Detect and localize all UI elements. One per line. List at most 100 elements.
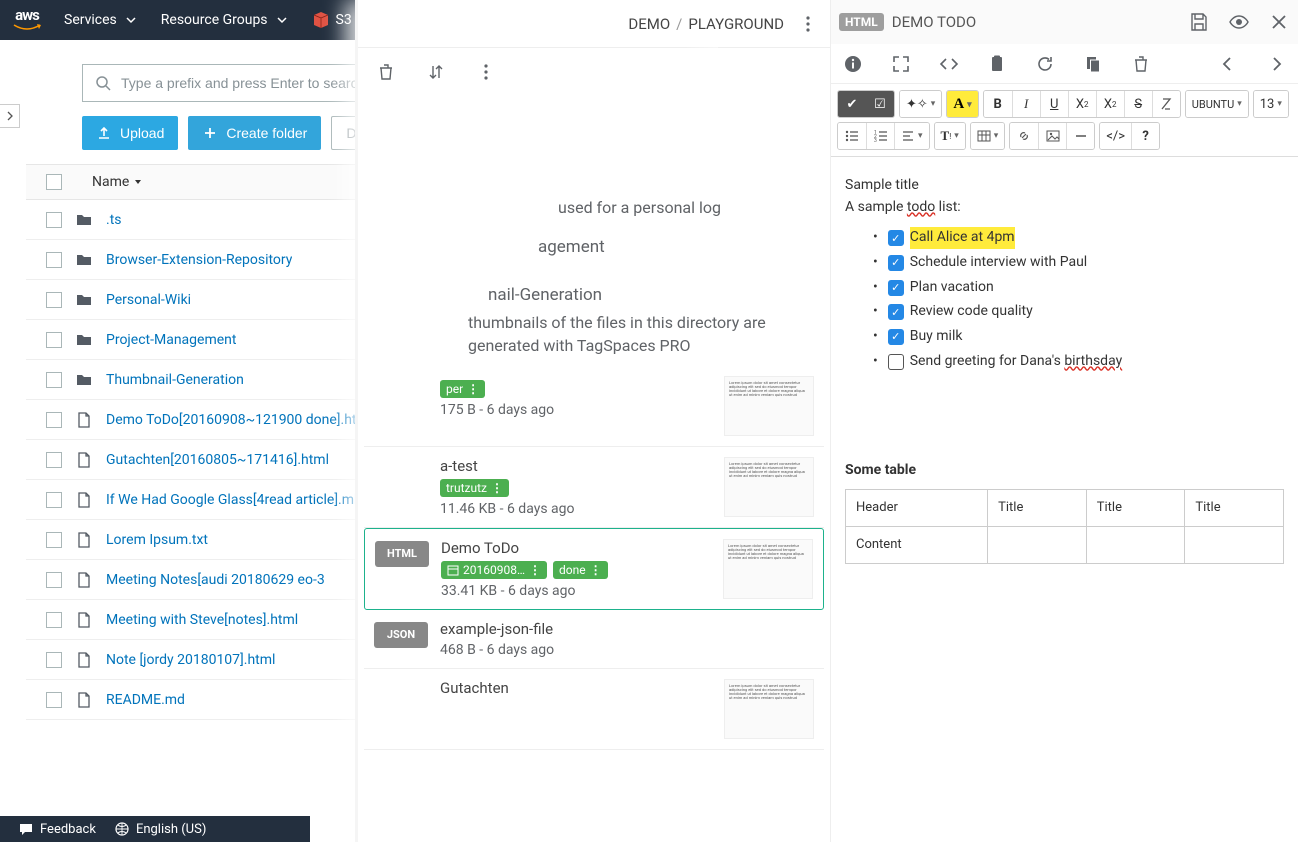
prev-icon[interactable] bbox=[1218, 54, 1238, 74]
align-button[interactable] bbox=[894, 123, 929, 149]
image-button[interactable] bbox=[1038, 123, 1066, 149]
file-card[interactable]: GutachtenLorem ipsum dolor sit amet cons… bbox=[364, 669, 824, 750]
help-button[interactable]: ? bbox=[1131, 123, 1159, 149]
magic-format-button[interactable]: ✦✧ bbox=[900, 91, 941, 117]
todo-list: ✓Call Alice at 4pm✓Schedule interview wi… bbox=[845, 218, 1284, 372]
name-column-header[interactable]: Name bbox=[92, 174, 143, 190]
editor-document[interactable]: Sample title A sample todo list: ✓Call A… bbox=[831, 157, 1298, 582]
reload-icon[interactable] bbox=[1035, 54, 1055, 74]
check-format-button[interactable]: ✔ bbox=[838, 91, 866, 117]
tag[interactable]: per⋮ bbox=[440, 380, 485, 398]
row-checkbox[interactable] bbox=[46, 572, 62, 588]
delete-icon[interactable] bbox=[376, 62, 396, 82]
services-menu[interactable]: Services bbox=[64, 12, 139, 28]
row-checkbox[interactable] bbox=[46, 612, 62, 628]
todo-checkbox[interactable]: ✓ bbox=[888, 280, 904, 296]
folder-project-management[interactable]: agement bbox=[358, 227, 830, 261]
tag[interactable]: trutzutz⋮ bbox=[440, 479, 509, 497]
paste-icon[interactable] bbox=[987, 54, 1007, 74]
folder-thumbnail-generation[interactable]: nail-Generation bbox=[358, 281, 830, 309]
subscript-button[interactable]: X2 bbox=[1096, 91, 1124, 117]
folder-icon bbox=[74, 331, 94, 349]
row-checkbox[interactable] bbox=[46, 652, 62, 668]
row-checkbox[interactable] bbox=[46, 492, 62, 508]
preview-icon[interactable] bbox=[1228, 11, 1250, 33]
row-checkbox[interactable] bbox=[46, 292, 62, 308]
row-checkbox[interactable] bbox=[46, 452, 62, 468]
more-icon[interactable] bbox=[476, 62, 496, 82]
globe-icon bbox=[114, 821, 130, 837]
link-button[interactable] bbox=[1010, 123, 1038, 149]
close-icon[interactable] bbox=[1268, 11, 1290, 33]
font-family-select[interactable]: UBUNTU bbox=[1186, 91, 1248, 117]
breadcrumb: DEMO / PLAYGROUND bbox=[628, 15, 784, 33]
heading-button[interactable]: T! bbox=[935, 123, 965, 149]
row-checkbox[interactable] bbox=[46, 372, 62, 388]
feedback-link[interactable]: Feedback bbox=[18, 821, 96, 837]
resource-groups-menu[interactable]: Resource Groups bbox=[161, 12, 290, 28]
expand-panel-handle[interactable] bbox=[0, 104, 20, 128]
underline-button[interactable]: U bbox=[1040, 91, 1068, 117]
checkbox-format-button[interactable]: ☑ bbox=[866, 91, 894, 117]
row-label: Meeting Notes[audi 20180629 eo-3 bbox=[106, 572, 325, 588]
sort-swap-icon[interactable] bbox=[426, 62, 446, 82]
bold-button[interactable]: B bbox=[984, 91, 1012, 117]
row-checkbox[interactable] bbox=[46, 412, 62, 428]
italic-button[interactable]: I bbox=[1012, 91, 1040, 117]
filetype-badge: HTML bbox=[375, 541, 429, 567]
file-icon bbox=[74, 651, 94, 669]
code-icon[interactable] bbox=[939, 54, 959, 74]
row-checkbox[interactable] bbox=[46, 332, 62, 348]
file-icon bbox=[74, 411, 94, 429]
todo-text: Call Alice at 4pm bbox=[910, 227, 1015, 249]
ol-button[interactable]: 123 bbox=[866, 123, 894, 149]
card-title: Demo ToDo bbox=[441, 539, 711, 557]
table-header-cell: Title bbox=[1185, 490, 1284, 527]
breadcrumb-playground[interactable]: PLAYGROUND bbox=[688, 15, 784, 33]
todo-checkbox[interactable] bbox=[888, 354, 904, 370]
todo-checkbox[interactable]: ✓ bbox=[888, 255, 904, 271]
file-card[interactable]: JSONexample-json-file468 B - 6 days ago bbox=[364, 610, 824, 669]
fullscreen-icon[interactable] bbox=[891, 54, 911, 74]
row-checkbox[interactable] bbox=[46, 212, 62, 228]
delete-icon[interactable] bbox=[1131, 54, 1151, 74]
file-icon bbox=[74, 691, 94, 709]
card-meta: 11.46 KB - 6 days ago bbox=[440, 501, 712, 517]
row-checkbox[interactable] bbox=[46, 532, 62, 548]
next-icon[interactable] bbox=[1266, 54, 1286, 74]
file-icon bbox=[74, 611, 94, 629]
tag[interactable]: done⋮ bbox=[553, 561, 608, 579]
font-size-select[interactable]: 13 bbox=[1254, 91, 1288, 117]
upload-button[interactable]: Upload bbox=[82, 116, 178, 150]
save-icon[interactable] bbox=[1188, 11, 1210, 33]
info-icon[interactable] bbox=[843, 54, 863, 74]
row-checkbox[interactable] bbox=[46, 252, 62, 268]
breadcrumb-demo[interactable]: DEMO bbox=[628, 15, 670, 33]
select-all-checkbox[interactable] bbox=[46, 174, 62, 190]
todo-checkbox[interactable]: ✓ bbox=[888, 304, 904, 320]
file-card[interactable]: per⋮175 B - 6 days agoLorem ipsum dolor … bbox=[364, 366, 824, 447]
highlight-color-button[interactable]: A bbox=[947, 91, 977, 117]
ul-button[interactable] bbox=[838, 123, 866, 149]
todo-checkbox[interactable]: ✓ bbox=[888, 230, 904, 246]
tag[interactable]: 20160908…⋮ bbox=[441, 561, 547, 579]
superscript-button[interactable]: X2 bbox=[1068, 91, 1096, 117]
file-card[interactable]: a-testtrutzutz⋮11.46 KB - 6 days agoLore… bbox=[364, 447, 824, 528]
row-label: Meeting with Steve[notes].html bbox=[106, 612, 298, 628]
row-checkbox[interactable] bbox=[46, 692, 62, 708]
source-button[interactable]: </> bbox=[1100, 123, 1131, 149]
create-folder-button[interactable]: Create folder bbox=[188, 116, 321, 150]
file-card[interactable]: HTMLDemo ToDo20160908…⋮done⋮33.41 KB - 6… bbox=[364, 528, 824, 610]
folder-menu-icon[interactable] bbox=[798, 14, 818, 34]
s3-shortcut[interactable]: S3 bbox=[312, 11, 352, 29]
copy-icon[interactable] bbox=[1083, 54, 1103, 74]
aws-footer: Feedback English (US) bbox=[0, 816, 310, 842]
strike-button[interactable]: S bbox=[1124, 91, 1152, 117]
todo-item: ✓Buy milk bbox=[873, 326, 1284, 348]
sort-desc-icon bbox=[133, 177, 143, 187]
hr-button[interactable] bbox=[1066, 123, 1094, 149]
table-button[interactable] bbox=[971, 123, 1005, 149]
todo-checkbox[interactable]: ✓ bbox=[888, 329, 904, 345]
clear-format-button[interactable] bbox=[1152, 91, 1180, 117]
language-select[interactable]: English (US) bbox=[114, 821, 206, 837]
